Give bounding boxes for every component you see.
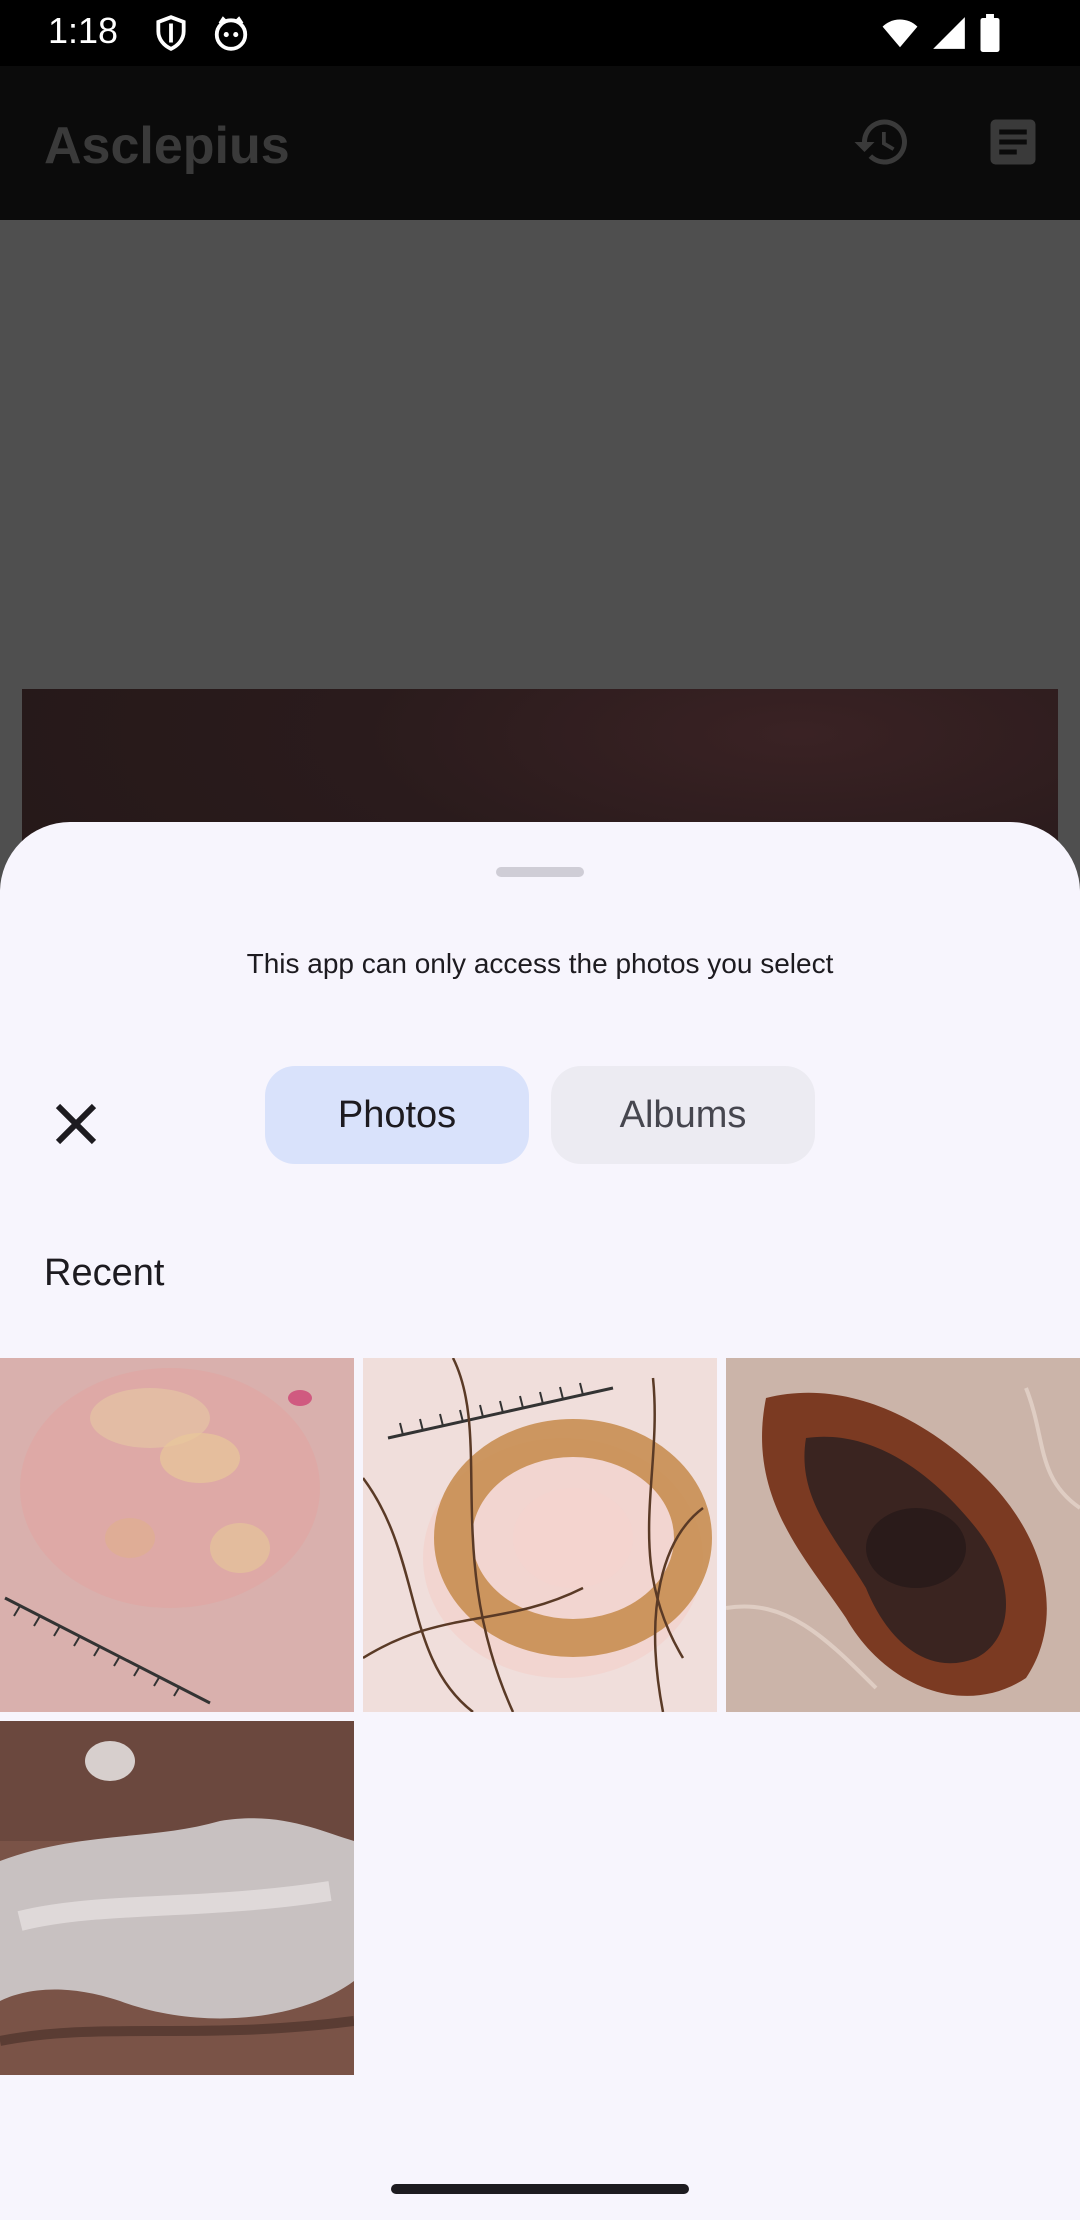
- status-bar: 1:18: [0, 0, 1080, 66]
- battery-icon: [978, 14, 1002, 57]
- status-time: 1:18: [48, 10, 119, 51]
- close-button[interactable]: [40, 1088, 112, 1160]
- skin-lesion-photo-1[interactable]: [0, 1358, 354, 1712]
- skin-lesion-photo-3[interactable]: [726, 1358, 1080, 1712]
- drag-handle[interactable]: [496, 867, 584, 877]
- skin-lesion-photo-2[interactable]: [363, 1358, 717, 1712]
- gesture-nav-handle[interactable]: [391, 2184, 689, 2194]
- history-icon[interactable]: [852, 112, 912, 177]
- close-icon: [55, 1103, 97, 1145]
- notes-icon[interactable]: [983, 112, 1043, 177]
- wifi-icon: [880, 14, 920, 57]
- tab-photos-label: Photos: [337, 1093, 457, 1136]
- section-label-recent: Recent: [44, 1252, 165, 1294]
- app-bar: Asclepius: [0, 66, 1080, 220]
- access-message: This app can only access the photos you …: [246, 948, 834, 979]
- cat-face-icon: [212, 14, 250, 57]
- signal-icon: [930, 14, 968, 57]
- tab-albums-label: Albums: [619, 1093, 747, 1136]
- skin-lesion-photo-4[interactable]: [0, 1721, 354, 2075]
- shield-icon: [152, 14, 190, 57]
- tab-photos[interactable]: Photos: [265, 1066, 529, 1164]
- app-title: Asclepius: [44, 117, 290, 175]
- tab-albums[interactable]: Albums: [551, 1066, 815, 1164]
- photo-picker-sheet: This app can only access the photos you …: [0, 822, 1080, 2220]
